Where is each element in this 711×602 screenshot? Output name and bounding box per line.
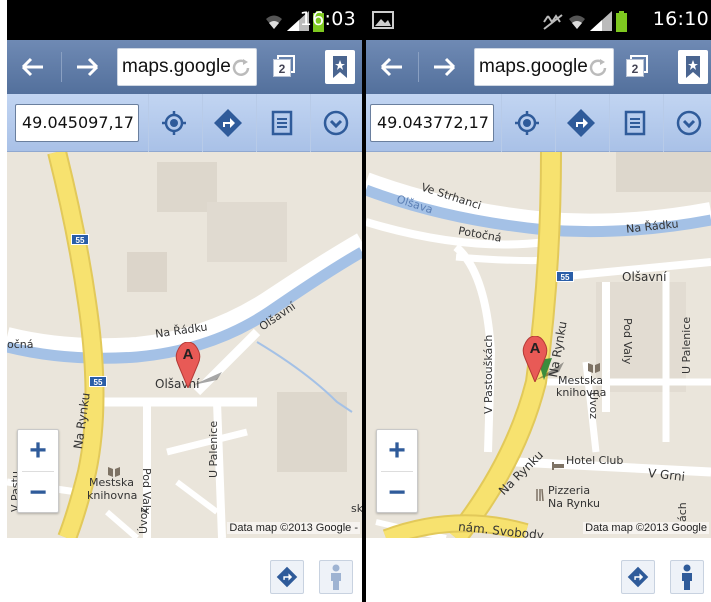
status-time: 16:03 (299, 8, 356, 30)
url-text: maps.google (479, 56, 588, 77)
nav-separator (418, 52, 419, 82)
poi-label: Mestska (89, 476, 134, 489)
list-icon[interactable] (609, 94, 659, 152)
bookmark-icon[interactable] (325, 50, 355, 84)
zoom-out-button[interactable]: − (18, 472, 58, 513)
chevron-down-icon[interactable] (310, 94, 360, 152)
poi-label: knihovna (87, 489, 138, 502)
zoom-in-button[interactable]: + (18, 430, 58, 471)
browser-toolbar: maps.google 2 (366, 40, 711, 94)
map-toolbar: 49.043772,17 (366, 94, 711, 152)
mute-icon (542, 13, 564, 31)
wifi-icon (568, 13, 586, 31)
browser-toolbar: maps.google 2 (7, 40, 362, 94)
street-label: U Palenice (207, 420, 220, 478)
search-input[interactable]: 49.045097,17 (15, 104, 139, 142)
back-arrow-icon[interactable] (378, 53, 406, 81)
street-label: očná (7, 338, 34, 351)
directions-icon (627, 566, 649, 588)
poi-label: Na Rynku (548, 497, 600, 510)
nav-separator (61, 52, 62, 82)
chevron-down-icon[interactable] (663, 94, 711, 152)
marker-letter: A (529, 340, 541, 357)
street-label: ách (676, 502, 689, 522)
bottom-action-bar (7, 538, 362, 602)
status-time: 16:10 (652, 8, 709, 30)
tabs-button[interactable]: 2 (622, 53, 650, 81)
road-number-badge: 55 (89, 376, 107, 387)
marker-letter: A (182, 346, 194, 363)
map-view[interactable]: 55 55 Na Řádku Olšavní Olšavní očná Na R… (7, 152, 362, 538)
back-arrow-icon[interactable] (19, 53, 47, 81)
street-label: Olšavní (622, 270, 667, 284)
locate-icon[interactable] (148, 94, 198, 152)
street-label: sk (351, 502, 362, 515)
street-view-person-icon (331, 564, 341, 590)
map-toolbar: 49.045097,17 (7, 94, 362, 152)
zoom-control: + − (376, 429, 418, 513)
url-bar[interactable]: maps.google (474, 48, 614, 86)
url-text: maps.google (122, 56, 231, 77)
phone-screen-right: 16:10 maps.google 2 49.043772,17 55 Ve S… (366, 0, 711, 602)
hotel-icon (552, 457, 564, 475)
road-number-badge: 55 (71, 234, 89, 245)
signal-icon (590, 11, 612, 31)
map-copyright: Data map ©2013 Google - (227, 522, 360, 534)
directions-button[interactable] (270, 560, 304, 594)
bookmark-icon[interactable] (678, 50, 708, 84)
directions-button[interactable] (621, 560, 655, 594)
directions-icon[interactable] (202, 94, 252, 152)
reload-icon[interactable] (587, 57, 609, 85)
picture-icon (372, 11, 394, 34)
locate-icon[interactable] (501, 94, 551, 152)
road-number-badge: 55 (556, 271, 574, 282)
wifi-icon (265, 13, 283, 31)
map-marker-a[interactable]: A (522, 335, 548, 387)
search-input[interactable]: 49.043772,17 (370, 104, 494, 142)
directions-icon[interactable] (555, 94, 605, 152)
forward-arrow-icon[interactable] (73, 53, 101, 81)
bottom-action-bar (366, 538, 711, 602)
zoom-out-button[interactable]: − (377, 472, 417, 513)
screen-edge (0, 0, 7, 602)
poi-label: knihovna (556, 386, 607, 399)
forward-arrow-icon[interactable] (430, 53, 458, 81)
map-marker-a[interactable]: A (175, 341, 201, 393)
map-view[interactable]: 55 Ve Strhanci Olšava Potočná Na Řádku O… (366, 152, 711, 538)
status-icons (542, 11, 627, 32)
street-label: Pod Valy (621, 318, 634, 365)
zoom-control: + − (17, 429, 59, 513)
reload-icon[interactable] (230, 57, 252, 85)
street-view-button[interactable] (670, 560, 704, 594)
street-view-person-icon (682, 564, 692, 590)
zoom-in-button[interactable]: + (377, 430, 417, 471)
street-view-button[interactable] (319, 560, 353, 594)
url-bar[interactable]: maps.google (117, 48, 257, 86)
street-label: Úvoz (137, 506, 150, 534)
map-copyright: Data map ©2013 Google (583, 522, 709, 534)
status-bar: 16:10 (366, 0, 711, 40)
battery-icon (616, 11, 627, 32)
list-icon[interactable] (256, 94, 306, 152)
tabs-count: 2 (626, 59, 644, 77)
tabs-button[interactable]: 2 (269, 53, 297, 81)
directions-icon (276, 566, 298, 588)
poi-label: Pizzeria (548, 484, 591, 497)
phone-screen-left: 16:03 maps.google 2 49.045097,17 55 55 N… (7, 0, 362, 602)
poi-label: Hotel Club (566, 454, 624, 467)
status-bar: 16:03 (7, 0, 362, 40)
street-label: V Pastouškách (482, 334, 495, 414)
tabs-count: 2 (273, 59, 291, 77)
street-label: U Palenice (680, 316, 693, 374)
restaurant-icon (536, 488, 544, 506)
